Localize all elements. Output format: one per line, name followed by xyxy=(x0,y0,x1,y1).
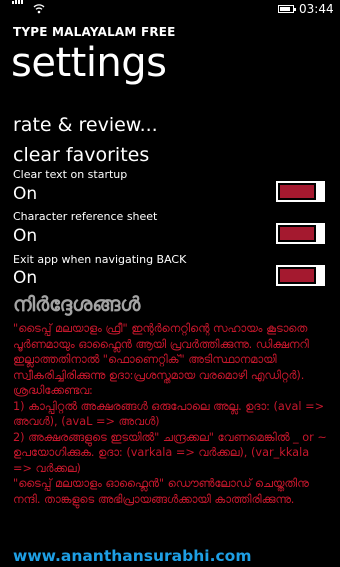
setting-value-char-reference: On xyxy=(13,226,38,246)
app-title: TYPE MALAYALAM FREE xyxy=(13,25,176,39)
instructions-paragraph: 1) കാപ്പിറ്റൽ അക്ഷരങ്ങൾ ഒരുപോലെ അല്ല. ഉദ… xyxy=(13,399,325,429)
status-bar: 03:44 xyxy=(0,0,340,18)
instructions-paragraph: "ടൈപ്പ് മലയാളം ഓഫ്ലൈൻ" ഡൌൺലോഡ് ചെയ്തതിനു… xyxy=(13,477,309,506)
setting-value-exit-back: On xyxy=(13,268,38,288)
toggle-fill xyxy=(280,227,314,240)
rate-review-link[interactable]: rate & review... xyxy=(13,114,158,136)
toggle-fill xyxy=(280,269,314,282)
website-link[interactable]: www.ananthansurabhi.com xyxy=(13,546,251,566)
instructions-body: "ടൈപ്പ് മലയാളം ഫ്രീ" ഇന്റർനെറ്റിന്റെ സഹാ… xyxy=(13,321,330,507)
toggle-fill xyxy=(280,185,314,198)
toggle-thumb xyxy=(316,223,325,244)
instructions-paragraph: "ടൈപ്പ് മലയാളം ഫ്രീ" ഇന്റർനെറ്റിന്റെ സഹാ… xyxy=(13,322,309,397)
setting-label-clear-text: Clear text on startup xyxy=(13,168,128,181)
exit-back-toggle[interactable] xyxy=(276,265,325,286)
battery-icon xyxy=(278,5,296,13)
clear-favorites-link[interactable]: clear favorites xyxy=(13,144,149,166)
instructions-paragraph: 2) അക്ഷരങ്ങളുടെ ഇടയിൽ" ചന്ദ്രക്കല" വേണമെ… xyxy=(13,430,327,475)
status-time: 03:44 xyxy=(299,2,334,16)
toggle-thumb xyxy=(316,181,325,202)
wifi-icon xyxy=(33,4,45,14)
setting-label-char-reference: Character reference sheet xyxy=(13,210,158,223)
setting-value-clear-text: On xyxy=(13,184,38,204)
toggle-thumb xyxy=(316,265,325,286)
instructions-heading: നിർദ്ദേശങ്ങൾ xyxy=(13,292,141,316)
char-reference-toggle[interactable] xyxy=(276,223,325,244)
clear-text-toggle[interactable] xyxy=(276,181,325,202)
page-title: settings xyxy=(11,40,167,86)
setting-label-exit-back: Exit app when navigating BACK xyxy=(13,253,187,266)
